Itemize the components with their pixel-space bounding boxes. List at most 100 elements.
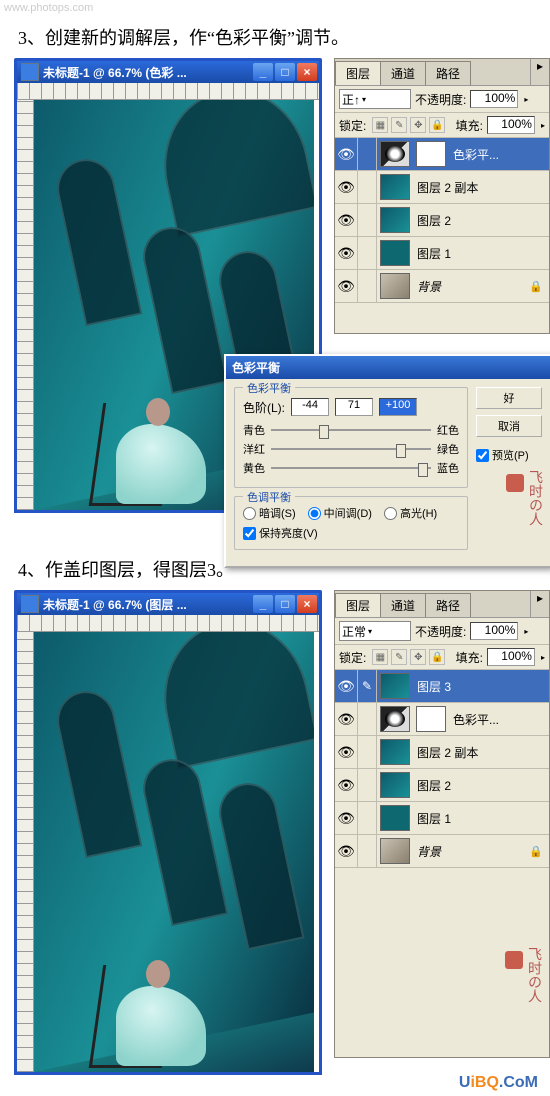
layer-row[interactable]: 👁 图层 2 副本: [335, 171, 549, 204]
layer-name[interactable]: 图层 1: [417, 810, 451, 827]
layer-name[interactable]: 背景: [417, 278, 441, 295]
visibility-icon[interactable]: 👁: [335, 835, 358, 867]
visibility-icon[interactable]: 👁: [335, 670, 358, 702]
lock-transparent-icon[interactable]: ▦: [372, 117, 388, 133]
lock-all-icon[interactable]: 🔒: [429, 117, 445, 133]
visibility-icon[interactable]: 👁: [335, 138, 358, 170]
layer-name[interactable]: 图层 2 副本: [417, 744, 478, 761]
opacity-field[interactable]: 100%: [470, 622, 518, 640]
ruler-vertical[interactable]: [17, 100, 34, 510]
canvas[interactable]: www.photops.com: [34, 632, 314, 1072]
level-input-1[interactable]: -44: [291, 398, 329, 416]
visibility-icon[interactable]: 👁: [335, 270, 358, 302]
lock-position-icon[interactable]: ✥: [410, 649, 426, 665]
slider-magenta-green[interactable]: [271, 443, 431, 455]
layer-name[interactable]: 色彩平...: [453, 146, 499, 163]
level-input-2[interactable]: 71: [335, 398, 373, 416]
layer-name[interactable]: 图层 2: [417, 212, 451, 229]
visibility-icon[interactable]: 👁: [335, 703, 358, 735]
visibility-icon[interactable]: 👁: [335, 204, 358, 236]
panel-menu-icon[interactable]: ▸: [530, 59, 549, 85]
tab-layers[interactable]: 图层: [335, 61, 381, 85]
layer-thumb-icon: [380, 207, 410, 233]
lock-all-icon[interactable]: 🔒: [429, 649, 445, 665]
layer-name[interactable]: 背景: [417, 843, 441, 860]
lock-position-icon[interactable]: ✥: [410, 117, 426, 133]
minimize-button[interactable]: _: [253, 63, 273, 81]
layer-thumb-icon: [380, 240, 410, 266]
blend-mode-select[interactable]: 正常▾: [339, 621, 411, 641]
title-bar[interactable]: 未标题-1 @ 66.7% (色彩 ... _ □ ×: [17, 61, 319, 83]
ruler-horizontal[interactable]: [17, 615, 319, 632]
check-preserve-luminosity[interactable]: 保持亮度(V): [243, 525, 459, 541]
link-cell[interactable]: ✎: [358, 670, 377, 702]
level-input-3[interactable]: +100: [379, 398, 417, 416]
layer-row[interactable]: 👁 图层 2: [335, 769, 549, 802]
layer-row[interactable]: 👁 图层 1: [335, 802, 549, 835]
link-cell[interactable]: [358, 138, 377, 170]
layer-row[interactable]: 👁 色彩平...: [335, 703, 549, 736]
layer-row[interactable]: 👁 ✎ 图层 3: [335, 670, 549, 703]
lock-pixels-icon[interactable]: ✎: [391, 117, 407, 133]
title-bar[interactable]: 未标题-1 @ 66.7% (图层 ... _ □ ×: [17, 593, 319, 615]
visibility-icon[interactable]: 👁: [335, 237, 358, 269]
opacity-arrow-icon[interactable]: ▸: [524, 627, 528, 636]
tab-channels[interactable]: 通道: [380, 61, 426, 85]
blend-mode-select[interactable]: 正↑▾: [339, 89, 411, 109]
slider-left-label: 黄色: [243, 460, 265, 476]
visibility-icon[interactable]: 👁: [335, 171, 358, 203]
close-button[interactable]: ×: [297, 63, 317, 81]
group-color-balance: 色彩平衡: [243, 380, 295, 396]
document-window: 未标题-1 @ 66.7% (图层 ... _ □ × www.photops.…: [14, 590, 322, 1075]
layer-thumb-icon: [380, 174, 410, 200]
radio-highlights[interactable]: 高光(H): [384, 505, 437, 521]
fill-field[interactable]: 100%: [487, 116, 535, 134]
layer-name[interactable]: 图层 2: [417, 777, 451, 794]
ruler-horizontal[interactable]: [17, 83, 319, 100]
layer-name[interactable]: 图层 1: [417, 245, 451, 262]
dialog-title[interactable]: 色彩平衡: [226, 356, 550, 379]
fill-field[interactable]: 100%: [487, 648, 535, 666]
opacity-arrow-icon[interactable]: ▸: [524, 95, 528, 104]
panel-menu-icon[interactable]: ▸: [530, 591, 549, 617]
close-button[interactable]: ×: [297, 595, 317, 613]
layer-row[interactable]: 👁 背景 🔒: [335, 835, 549, 868]
layer-row[interactable]: 👁 背景 🔒: [335, 270, 549, 303]
visibility-icon[interactable]: 👁: [335, 736, 358, 768]
ok-button[interactable]: 好: [476, 387, 542, 409]
signature-stamp: 飞时の人: [503, 947, 543, 1037]
visibility-icon[interactable]: 👁: [335, 769, 358, 801]
tab-paths[interactable]: 路径: [425, 593, 471, 617]
fill-arrow-icon[interactable]: ▸: [541, 121, 545, 130]
lock-pixels-icon[interactable]: ✎: [391, 649, 407, 665]
app-icon: [21, 63, 39, 81]
lock-transparent-icon[interactable]: ▦: [372, 649, 388, 665]
ruler-vertical[interactable]: [17, 632, 34, 1072]
layer-row[interactable]: 👁 色彩平...: [335, 138, 549, 171]
fill-arrow-icon[interactable]: ▸: [541, 653, 545, 662]
layer-thumb-icon: [380, 805, 410, 831]
layer-row[interactable]: 👁 图层 2 副本: [335, 736, 549, 769]
maximize-button[interactable]: □: [275, 63, 295, 81]
minimize-button[interactable]: _: [253, 595, 273, 613]
tab-paths[interactable]: 路径: [425, 61, 471, 85]
layer-mask-icon: [416, 141, 446, 167]
opacity-field[interactable]: 100%: [470, 90, 518, 108]
slider-yellow-blue[interactable]: [271, 462, 431, 474]
radio-shadows[interactable]: 暗调(S): [243, 505, 296, 521]
slider-left-label: 洋红: [243, 441, 265, 457]
layer-name[interactable]: 色彩平...: [453, 711, 499, 728]
layer-name[interactable]: 图层 3: [417, 678, 451, 695]
tab-layers[interactable]: 图层: [335, 593, 381, 617]
layer-name[interactable]: 图层 2 副本: [417, 179, 478, 196]
layer-row[interactable]: 👁 图层 1: [335, 237, 549, 270]
check-preview[interactable]: 预览(P): [476, 447, 542, 463]
maximize-button[interactable]: □: [275, 595, 295, 613]
layer-row[interactable]: 👁 图层 2: [335, 204, 549, 237]
visibility-icon[interactable]: 👁: [335, 802, 358, 834]
cancel-button[interactable]: 取消: [476, 415, 542, 437]
slider-cyan-red[interactable]: [271, 424, 431, 436]
radio-midtones[interactable]: 中间调(D): [308, 505, 372, 521]
tab-channels[interactable]: 通道: [380, 593, 426, 617]
color-balance-dialog[interactable]: 色彩平衡 色彩平衡 色阶(L): -44 71 +100 青色 红色: [224, 354, 550, 568]
